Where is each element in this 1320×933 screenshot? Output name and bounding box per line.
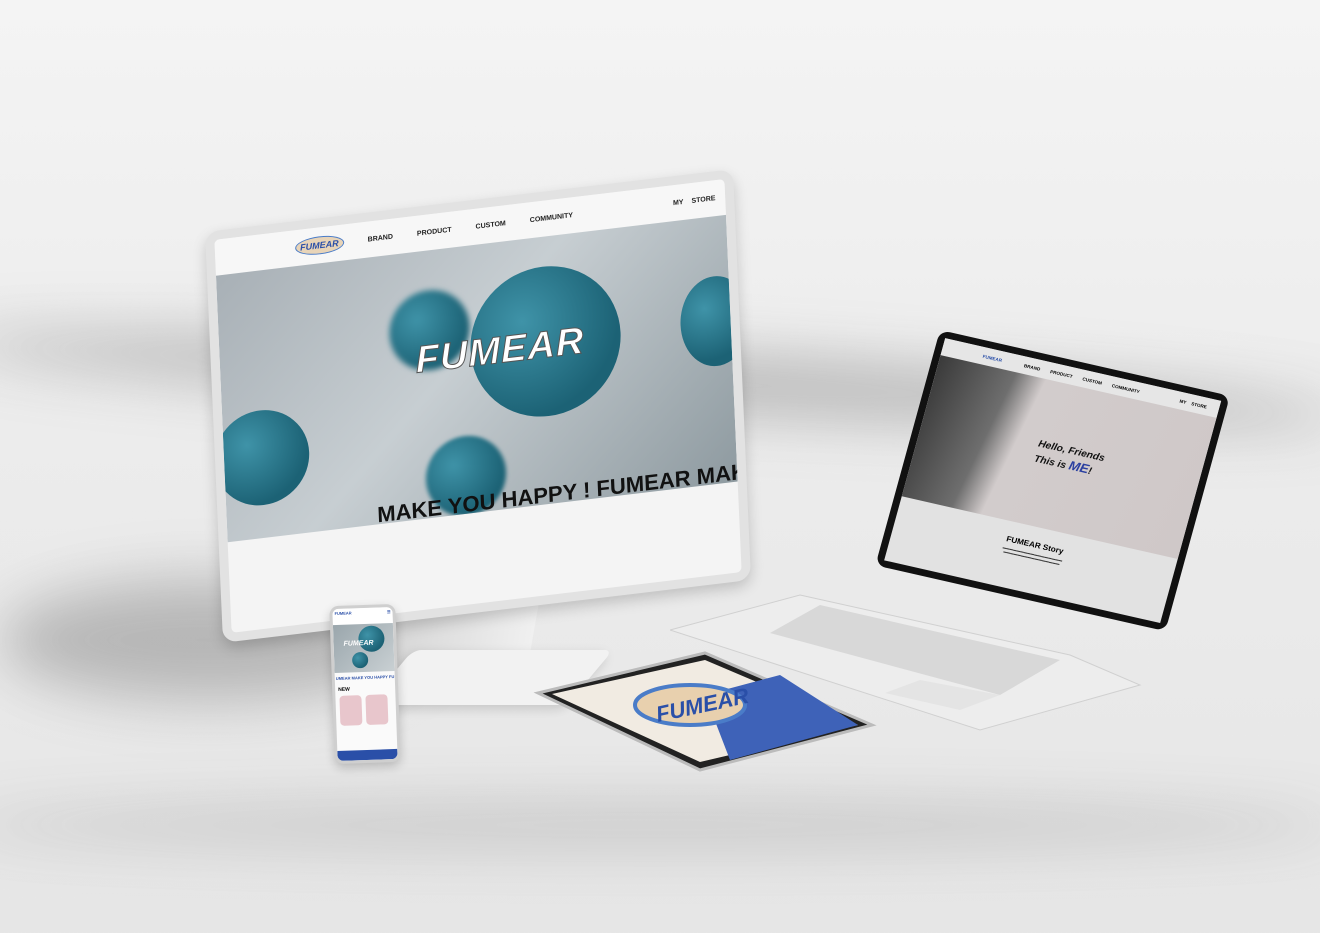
nav-product[interactable]: PRODUCT bbox=[417, 226, 452, 237]
fumear-logo[interactable]: FUMEAR bbox=[334, 610, 351, 616]
window-shadow bbox=[0, 800, 1320, 850]
nav-store[interactable]: STORE bbox=[1191, 401, 1208, 409]
nav-my[interactable]: MY bbox=[1179, 398, 1187, 404]
hero-greeting: Hello, Friends This is ME! bbox=[1032, 438, 1106, 481]
nav-community[interactable]: COMMUNITY bbox=[530, 212, 573, 224]
phone-hero-title: FUMEAR bbox=[343, 639, 374, 648]
greeting-line-2: This is bbox=[1032, 453, 1071, 472]
fumear-logo[interactable]: FUMEAR bbox=[982, 353, 1003, 362]
nav-community[interactable]: COMMUNITY bbox=[1111, 383, 1140, 394]
phone: FUMEAR ☰ FUMEAR UMEAR MAKE YOU HAPPY FU … bbox=[329, 603, 401, 765]
nav-store[interactable]: STORE bbox=[691, 195, 715, 205]
nav-custom[interactable]: CUSTOM bbox=[475, 220, 506, 231]
nav-product[interactable]: PRODUCT bbox=[1050, 369, 1074, 379]
nav-custom[interactable]: CUSTOM bbox=[1082, 376, 1103, 385]
tablet: FUMEAR bbox=[533, 651, 877, 772]
fumear-logo[interactable]: FUMEAR bbox=[294, 233, 345, 258]
nav-brand[interactable]: BRAND bbox=[368, 233, 394, 243]
phone-hero: FUMEAR bbox=[332, 622, 395, 674]
phone-tab-bar[interactable] bbox=[337, 748, 398, 762]
product-card[interactable] bbox=[339, 695, 363, 726]
nav-my[interactable]: MY bbox=[673, 198, 684, 206]
teal-ball-image bbox=[351, 651, 369, 669]
product-card[interactable] bbox=[365, 694, 389, 725]
menu-icon[interactable]: ☰ bbox=[387, 609, 391, 614]
teal-ball-image bbox=[678, 272, 738, 371]
teal-ball-image bbox=[215, 404, 312, 511]
desktop-monitor: FUMEAR BRAND PRODUCT CUSTOM COMMUNITY MY… bbox=[205, 169, 752, 643]
nav-brand[interactable]: BRAND bbox=[1023, 363, 1041, 371]
